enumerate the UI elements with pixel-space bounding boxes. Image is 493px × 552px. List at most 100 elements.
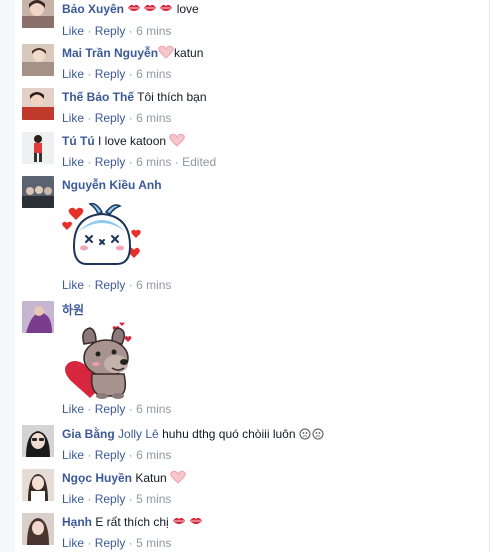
comment-author[interactable]: Bảo Xuyên (62, 2, 124, 16)
avatar-photo-icon (22, 176, 54, 208)
like-link[interactable]: Like (62, 155, 84, 169)
lips-emoji-icon (127, 2, 173, 20)
reply-link[interactable]: Reply (95, 278, 126, 292)
timestamp-link[interactable]: 6 mins (136, 24, 171, 38)
avatar-photo-icon (22, 513, 54, 545)
like-link[interactable]: Like (62, 67, 84, 81)
dog-heart-sticker-icon (65, 322, 132, 399)
crying-emoji-icon (299, 427, 325, 445)
comment-text: I love katoon (98, 134, 167, 148)
separator: · (87, 24, 92, 38)
separator: · (87, 448, 92, 462)
comment-text: Tôi thích bạn (137, 90, 207, 104)
comment-text: E rất thích chị (95, 515, 169, 529)
separator: · (87, 111, 92, 125)
comment-actions: Like · Reply · 6 mins (62, 276, 485, 294)
like-link[interactable]: Like (62, 24, 84, 38)
separator: · (87, 155, 92, 169)
avatar-photo-icon (22, 132, 54, 164)
separator: · (128, 111, 133, 125)
avatar[interactable] (22, 44, 54, 76)
comment-author[interactable]: Nguyễn Kiều Anh (62, 178, 162, 192)
timestamp-link[interactable]: 6 mins (136, 155, 171, 169)
avatar[interactable] (22, 132, 54, 164)
comment-actions: Like · Reply · 5 mins (62, 490, 485, 508)
avatar-photo-icon (22, 301, 54, 333)
comment-actions: Like · Reply · 6 mins (62, 400, 485, 418)
comment-actions: Like · Reply · 6 mins · Edited (62, 153, 485, 171)
heart-emoji-icon (158, 45, 174, 64)
comment-author[interactable]: 하원 (62, 303, 84, 317)
reply-link[interactable]: Reply (95, 492, 126, 506)
timestamp-link[interactable]: 5 mins (136, 492, 171, 506)
avatar-photo-icon (22, 469, 54, 501)
comment-text: huhu dthg quó chòiii luôn (162, 427, 296, 441)
comment-author[interactable]: Ngọc Huyền (62, 471, 132, 485)
separator: · (128, 448, 133, 462)
separator: · (128, 536, 133, 550)
timestamp-link[interactable]: 6 mins (136, 111, 171, 125)
separator: · (87, 402, 92, 416)
avatar[interactable] (22, 513, 54, 545)
reply-link[interactable]: Reply (95, 402, 126, 416)
dog-heart-sticker[interactable] (62, 322, 142, 400)
avatar-photo-icon (22, 425, 54, 457)
avatar-photo-icon (22, 0, 54, 28)
like-link[interactable]: Like (62, 448, 84, 462)
tagged-user-link[interactable]: Jolly Lê (118, 427, 159, 441)
like-link[interactable]: Like (62, 492, 84, 506)
timestamp-link[interactable]: 6 mins (136, 278, 171, 292)
avatar[interactable] (22, 425, 54, 457)
avatar-photo-icon (22, 88, 54, 120)
comment-author[interactable]: Gia Bằng (62, 427, 115, 441)
like-link[interactable]: Like (62, 402, 84, 416)
reply-link[interactable]: Reply (95, 24, 126, 38)
comment-author[interactable]: Tú Tú (62, 134, 95, 148)
timestamp-link[interactable]: 6 mins (136, 448, 171, 462)
reply-link[interactable]: Reply (95, 67, 126, 81)
comment-text: Katun (135, 471, 167, 485)
timestamp-link[interactable]: 6 mins (136, 402, 171, 416)
reply-link[interactable]: Reply (95, 536, 126, 550)
avatar[interactable] (22, 176, 54, 208)
comment-actions: Like · Reply · 6 mins (62, 446, 485, 464)
reply-link[interactable]: Reply (95, 155, 126, 169)
like-link[interactable]: Like (62, 536, 84, 550)
like-link[interactable]: Like (62, 111, 84, 125)
comment-actions: Like · Reply · 6 mins (62, 22, 485, 40)
separator: · (87, 67, 92, 81)
separator: · (128, 492, 133, 506)
avatar[interactable] (22, 301, 54, 333)
comment-author[interactable]: Mai Trần Nguyễn (62, 46, 158, 60)
comment-author[interactable]: Hạnh (62, 515, 92, 529)
like-link[interactable]: Like (62, 278, 84, 292)
comment-thread: Bảo Xuyên love Like · Reply · 6 mins Mai… (0, 0, 493, 552)
separator: · (128, 155, 133, 169)
separator: · (87, 492, 92, 506)
avatar[interactable] (22, 469, 54, 501)
separator: · (128, 24, 133, 38)
heart-emoji-icon (170, 470, 186, 489)
heart-emoji-icon (169, 133, 186, 152)
reply-link[interactable]: Reply (95, 111, 126, 125)
separator: · (128, 402, 133, 416)
separator: · (87, 536, 92, 550)
whale-hearts-sticker[interactable] (62, 198, 142, 274)
edited-link[interactable]: Edited (182, 155, 216, 169)
comment-author[interactable]: Thế Bảo Thế (62, 90, 134, 104)
timestamp-link[interactable]: 6 mins (136, 67, 171, 81)
whale-hearts-sticker-icon (62, 202, 141, 265)
comment-actions: Like · Reply · 6 mins (62, 65, 485, 83)
separator: · (128, 67, 133, 81)
separator: · (128, 278, 133, 292)
separator: · (87, 278, 92, 292)
avatar[interactable] (22, 88, 54, 120)
reply-link[interactable]: Reply (95, 448, 126, 462)
comment-text: katun (174, 46, 204, 60)
comment-actions: Like · Reply · 5 mins (62, 534, 485, 552)
comment-actions: Like · Reply · 6 mins (62, 109, 485, 127)
timestamp-link[interactable]: 5 mins (136, 536, 171, 550)
comment-text: love (176, 2, 199, 16)
avatar-photo-icon (22, 44, 54, 76)
avatar[interactable] (22, 0, 54, 28)
